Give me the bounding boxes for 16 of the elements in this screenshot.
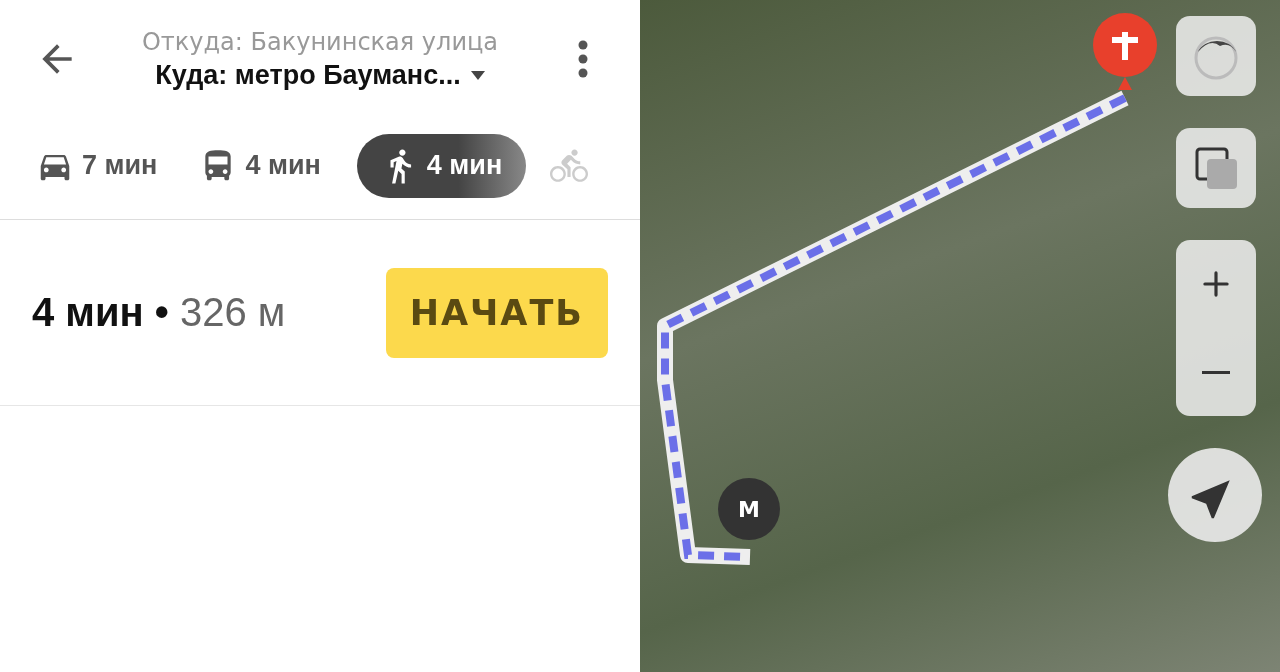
minus-icon [1202,370,1230,374]
route-summary: 4 мин • 326 м [32,290,286,335]
transport-mode-tab[interactable]: 4 мин [356,133,527,198]
satellite-map[interactable]: М [640,0,1280,672]
route-origin: Откуда: Бакунинская улица [141,27,499,56]
metro-marker[interactable]: М [718,478,780,540]
layers-button[interactable] [1176,128,1256,208]
caret-icon [470,70,485,80]
transport-mode-tab[interactable]: 4 мин [193,133,327,198]
more-vertical-icon [578,40,588,78]
traffic-button[interactable] [1176,16,1256,96]
start-button[interactable]: НАЧАТЬ [385,267,608,358]
destination-dropdown[interactable]: Куда: метро Бауманс... [155,59,485,91]
bicycle-icon [550,146,589,185]
transport-mode-tab[interactable]: 7 мин [30,133,164,198]
layers-icon [1193,145,1239,191]
